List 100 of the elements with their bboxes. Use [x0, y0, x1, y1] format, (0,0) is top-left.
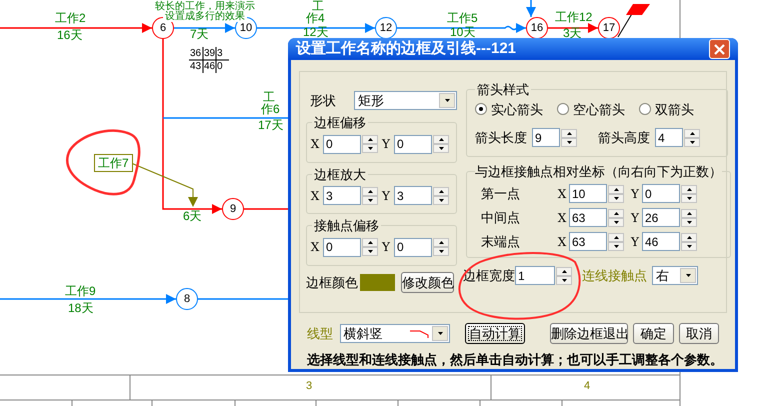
dialog-button[interactable]: 取消 [679, 323, 719, 344]
activity-label: 16天 [57, 29, 82, 41]
dropdown[interactable]: 横斜竖 [340, 324, 450, 343]
spin-up-button[interactable] [684, 128, 700, 138]
time-value: 43 [189, 60, 202, 73]
activity-label: 作6 [261, 103, 280, 115]
number-field[interactable]: 0 [323, 134, 361, 154]
number-field[interactable]: 1 [515, 266, 555, 286]
spin-down-button[interactable] [433, 247, 449, 256]
field-label: 中间点 [480, 208, 521, 227]
spin-up-button[interactable] [362, 135, 378, 144]
spin-up-button[interactable] [433, 238, 449, 247]
axis-label: X [310, 136, 320, 153]
activity-label: 工作5 [447, 12, 478, 24]
caret-up-icon [614, 212, 618, 214]
spin-up-button[interactable] [561, 128, 577, 138]
number-field[interactable]: 0 [642, 184, 680, 203]
number-field[interactable]: 3 [323, 186, 361, 205]
activity-label: 工作9 [65, 285, 96, 297]
ruler-label: 3 [306, 379, 312, 394]
caret-down-icon [614, 220, 618, 224]
boxed-activity-label: 工作7 [94, 154, 133, 172]
event-node: 17 [598, 17, 620, 39]
spin-up-button[interactable] [362, 238, 378, 247]
dropdown[interactable]: 右 [652, 266, 698, 286]
caret-up-icon [562, 270, 566, 273]
spin-up-button[interactable] [433, 186, 449, 196]
caret-down-icon [614, 244, 618, 248]
caret-up-icon [438, 138, 444, 141]
axis-label: Y [630, 186, 640, 202]
dialog-button[interactable]: 删除边框退出 [550, 323, 628, 344]
axis-label: Y [381, 239, 391, 256]
number-field[interactable]: 0 [323, 238, 361, 256]
caret-down-icon [438, 147, 444, 150]
radio-option[interactable]: 空心箭头 [557, 100, 625, 119]
field-label: 第一点 [480, 184, 521, 203]
activity-label: 6天 [183, 210, 202, 222]
axis-label: X [557, 210, 567, 226]
group-title: 箭头样式 [476, 81, 530, 99]
dropdown-arrow-button[interactable] [432, 326, 448, 341]
number-field[interactable]: 10 [569, 184, 607, 203]
field-label: 箭头长度 [475, 129, 528, 147]
activity-label: 18天 [68, 302, 94, 314]
caret-up-icon [368, 190, 372, 192]
activity-label: 10天 [450, 26, 476, 38]
activity-label: 12天 [303, 26, 328, 38]
number-field[interactable]: 3 [394, 186, 432, 205]
number-field[interactable]: 9 [532, 128, 560, 148]
number-field[interactable]: 63 [569, 208, 607, 227]
dialog-button[interactable]: 修改颜色 [401, 272, 454, 292]
radio-option[interactable]: 双箭头 [639, 100, 694, 119]
ruler-label: 4 [584, 379, 590, 394]
caret-down-icon [368, 147, 372, 150]
caret-down-icon [566, 140, 572, 144]
activity-label: 作4 [306, 12, 325, 24]
dropdown-arrow-button[interactable] [439, 93, 455, 108]
caret-up-icon [368, 138, 372, 141]
caret-down-icon [686, 244, 692, 248]
spin-down-button[interactable] [433, 144, 449, 153]
dialog-button[interactable]: 自动计算 [465, 322, 525, 344]
spin-down-button[interactable] [362, 247, 378, 256]
spin-up-button[interactable] [608, 208, 624, 218]
number-field[interactable]: 4 [655, 128, 683, 148]
window-title: 设置工作名称的边框及引线---121 [296, 38, 516, 59]
number-field[interactable]: 0 [394, 238, 432, 256]
caret-up-icon [614, 188, 618, 190]
spin-down-button[interactable] [362, 144, 378, 153]
time-value: 39 [203, 47, 216, 60]
axis-label: X [310, 188, 320, 204]
axis-label: Y [381, 188, 391, 204]
caret-down-icon [690, 140, 694, 144]
spin-up-button[interactable] [433, 135, 449, 144]
caret-up-icon [438, 241, 444, 244]
spin-up-button[interactable] [681, 208, 697, 218]
axis-label: X [557, 234, 567, 250]
number-field[interactable]: 0 [394, 134, 432, 154]
axis-label: Y [381, 136, 391, 153]
spin-up-button[interactable] [681, 232, 697, 242]
number-field[interactable]: 26 [642, 208, 680, 227]
spin-up-button[interactable] [681, 184, 697, 194]
spin-up-button[interactable] [608, 232, 624, 242]
time-value: 3 [216, 47, 224, 60]
number-field[interactable]: 46 [642, 232, 680, 251]
dropdown[interactable]: 矩形 [354, 91, 457, 110]
group-title: 接触点偏移 [313, 217, 380, 235]
activity-label: 工 [263, 91, 275, 103]
dialog-button[interactable]: 确定 [633, 323, 674, 344]
spin-up-button[interactable] [556, 266, 572, 276]
caret-up-icon [686, 236, 692, 238]
axis-label: X [557, 186, 567, 202]
dropdown-arrow-button[interactable] [680, 268, 696, 284]
spin-up-button[interactable] [362, 186, 378, 196]
spin-up-button[interactable] [608, 184, 624, 194]
field-label: 末端点 [480, 232, 521, 251]
number-field[interactable]: 63 [569, 232, 607, 251]
field-label: 形状 [309, 92, 337, 110]
radio-option[interactable]: 实心箭头 [475, 100, 543, 119]
close-button[interactable] [709, 39, 730, 59]
caret-up-icon [690, 132, 694, 135]
time-value: 46 [203, 60, 216, 73]
